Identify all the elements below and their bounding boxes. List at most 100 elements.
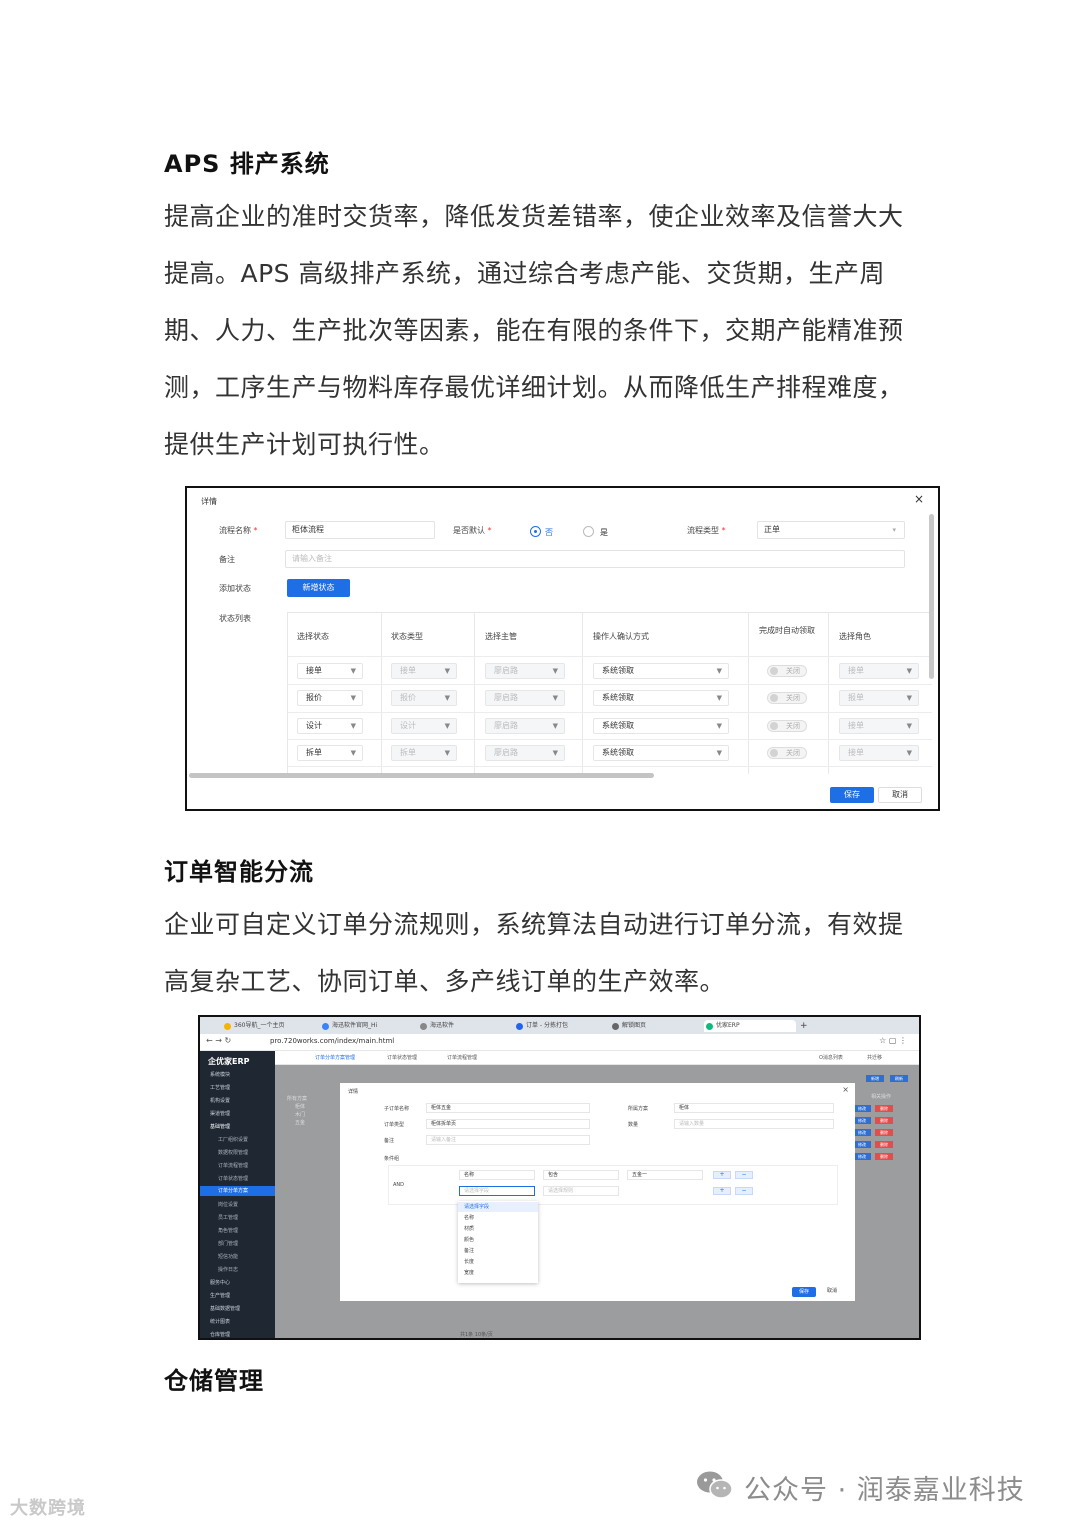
value-input[interactable]: 五金一	[627, 1170, 703, 1180]
menu-item[interactable]: 系统模块	[210, 1071, 230, 1078]
add-condition-button[interactable]: +	[713, 1187, 731, 1195]
auto-claim-toggle[interactable]: 关闭	[767, 747, 807, 759]
tree-item[interactable]: 木门	[295, 1111, 305, 1118]
count-input[interactable]: 请输入数量	[674, 1119, 834, 1129]
messages-link[interactable]: O消息列表	[819, 1054, 843, 1061]
menu-item[interactable]: 仓库管理	[210, 1331, 230, 1338]
nav-tab[interactable]: 订单流程管理	[447, 1054, 477, 1061]
browser-tab-active[interactable]: 优家ERP	[704, 1020, 796, 1032]
radio-no[interactable]	[530, 526, 541, 537]
pagination[interactable]: 共1条 10条/页	[460, 1331, 493, 1338]
submenu-item[interactable]: 数据权限管理	[218, 1149, 248, 1156]
role-select[interactable]: 接单 ▼	[839, 745, 919, 761]
role-select[interactable]: 接单 ▼	[839, 663, 919, 679]
auto-claim-toggle[interactable]: 关闭	[767, 665, 807, 677]
submenu-item[interactable]: 部门管理	[218, 1240, 238, 1247]
menu-item[interactable]: 基础管理	[210, 1123, 230, 1130]
flow-type-select[interactable]: 正单 ▾	[757, 521, 905, 539]
browser-tab[interactable]: 订单 - 分拣打包	[514, 1020, 606, 1032]
rule-select[interactable]: 包含	[543, 1170, 619, 1180]
manager-select[interactable]: 廖启路 ▼	[485, 690, 565, 706]
submenu-item[interactable]: 角色管理	[218, 1227, 238, 1234]
dropdown-option-active[interactable]: 请选择字段	[458, 1202, 538, 1212]
browser-actions-icon[interactable]: ☆ ▢ ⋮	[879, 1036, 907, 1045]
menu-item[interactable]: 基础数据管理	[210, 1305, 240, 1312]
delete-button[interactable]: 删除	[875, 1153, 893, 1160]
submenu-item[interactable]: 工厂组织设置	[218, 1136, 248, 1143]
add-condition-button[interactable]: +	[713, 1171, 731, 1179]
edit-button[interactable]: 修改	[853, 1129, 871, 1136]
vertical-scrollbar[interactable]	[929, 514, 934, 679]
menu-item[interactable]: 统计图表	[210, 1318, 230, 1325]
edit-button[interactable]: 修改	[853, 1105, 871, 1112]
dropdown-option[interactable]: 材质	[464, 1225, 474, 1232]
close-icon[interactable]: ×	[914, 492, 924, 506]
nav-tab[interactable]: 订单状态管理	[387, 1054, 417, 1061]
rule-select[interactable]: 请选择规则	[543, 1186, 619, 1196]
menu-item[interactable]: 服务中心	[210, 1279, 230, 1286]
add-button[interactable]: 新增	[866, 1075, 884, 1082]
role-select[interactable]: 报单 ▼	[839, 690, 919, 706]
dropdown-option[interactable]: 颜色	[464, 1236, 474, 1243]
dropdown-option[interactable]: 名称	[464, 1214, 474, 1221]
refresh-button[interactable]: 刷新	[890, 1075, 908, 1082]
horizontal-scrollbar[interactable]	[189, 773, 654, 778]
field-select[interactable]: 名称	[459, 1170, 535, 1180]
tree-item[interactable]: 柜体	[295, 1103, 305, 1110]
remove-condition-button[interactable]: −	[735, 1187, 753, 1195]
and-label[interactable]: AND	[393, 1182, 404, 1188]
edit-button[interactable]: 修改	[853, 1117, 871, 1124]
submenu-item-active[interactable]: 订单分单方案	[200, 1186, 275, 1196]
save-button[interactable]: 保存	[792, 1287, 816, 1297]
state-select[interactable]: 接单 ▼	[297, 663, 363, 679]
nav-tab[interactable]: 订单分单方案管理	[315, 1054, 355, 1061]
delete-button[interactable]: 删除	[875, 1105, 893, 1112]
manager-select[interactable]: 廖启路 ▼	[485, 663, 565, 679]
browser-tab[interactable]: 360导航_一个主页	[222, 1020, 314, 1032]
field-select[interactable]: 请选择字段	[459, 1186, 535, 1196]
menu-item[interactable]: 渠道管理	[210, 1110, 230, 1117]
submenu-item[interactable]: 岗位设置	[218, 1201, 238, 1208]
close-icon[interactable]: ×	[842, 1085, 849, 1094]
new-tab-button[interactable]: +	[798, 1020, 812, 1032]
confirm-select[interactable]: 系统领取 ▼	[593, 745, 729, 761]
dropdown-option[interactable]: 宽度	[464, 1269, 474, 1276]
state-select[interactable]: 报价 ▼	[297, 690, 363, 706]
cancel-button[interactable]: 取消	[820, 1287, 844, 1297]
browser-tab[interactable]: 海迅软件	[418, 1020, 510, 1032]
dropdown-option[interactable]: 备注	[464, 1247, 474, 1254]
confirm-select[interactable]: 系统领取 ▼	[593, 690, 729, 706]
flow-name-input[interactable]: 柜体流程	[285, 521, 435, 539]
submenu-item[interactable]: 操作日志	[218, 1266, 238, 1273]
url-text[interactable]: pro.720works.com/index/main.html	[270, 1037, 394, 1045]
menu-item[interactable]: 工艺管理	[210, 1084, 230, 1091]
submenu-item[interactable]: 订单流程管理	[218, 1162, 248, 1169]
save-button[interactable]: 保存	[830, 787, 874, 803]
dropdown-option[interactable]: 长度	[464, 1258, 474, 1265]
remove-condition-button[interactable]: −	[735, 1171, 753, 1179]
tree-item[interactable]: 所有方案	[287, 1095, 307, 1102]
manager-select[interactable]: 廖启路 ▼	[485, 718, 565, 734]
tree-item[interactable]: 五金	[295, 1119, 305, 1126]
user-menu[interactable]: 共迁移	[867, 1054, 882, 1061]
submenu-item[interactable]: 员工管理	[218, 1214, 238, 1221]
add-state-button[interactable]: 新增状态	[287, 579, 350, 597]
type-select[interactable]: 柜体拆单页	[426, 1119, 590, 1129]
remark-input[interactable]: 请输入备注	[285, 550, 905, 568]
role-select[interactable]: 接单 ▼	[839, 718, 919, 734]
remark-input[interactable]: 请输入备注	[426, 1135, 590, 1145]
scheme-select[interactable]: 柜体	[674, 1103, 834, 1113]
browser-tab[interactable]: 海迅软件官网_Hi	[320, 1020, 412, 1032]
confirm-select[interactable]: 系统领取 ▼	[593, 718, 729, 734]
nav-arrows-icon[interactable]: ← → ↻	[206, 1036, 231, 1045]
radio-yes[interactable]	[583, 526, 594, 537]
sub-order-input[interactable]: 柜体五金	[426, 1103, 590, 1113]
confirm-select[interactable]: 系统领取 ▼	[593, 663, 729, 679]
submenu-item[interactable]: 短信功能	[218, 1253, 238, 1260]
browser-tab[interactable]: 解锁图页	[610, 1020, 702, 1032]
delete-button[interactable]: 删除	[875, 1117, 893, 1124]
delete-button[interactable]: 删除	[875, 1129, 893, 1136]
state-select[interactable]: 设计 ▼	[297, 718, 363, 734]
cancel-button[interactable]: 取消	[878, 787, 922, 803]
auto-claim-toggle[interactable]: 关闭	[767, 692, 807, 704]
